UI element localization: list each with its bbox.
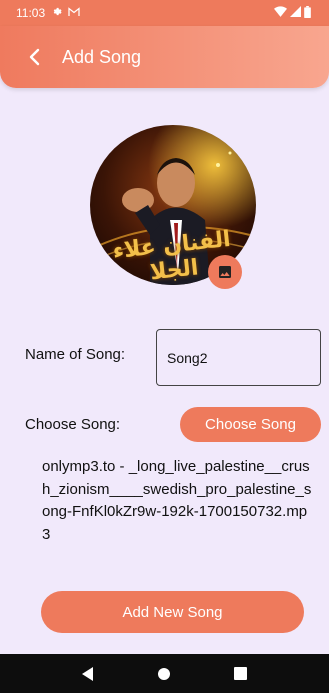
status-time: 11:03 [16, 6, 46, 20]
wifi-icon [274, 6, 287, 20]
nav-home-button[interactable] [152, 662, 176, 686]
chevron-left-icon [29, 48, 40, 66]
settings-icon [51, 6, 62, 20]
add-new-song-button[interactable]: Add New Song [41, 591, 304, 633]
recents-icon [234, 667, 248, 680]
song-name-input[interactable] [156, 329, 321, 386]
cover-container: الفنان علاء الجلا [90, 125, 256, 289]
back-icon [82, 666, 94, 681]
song-name-label: Name of Song: [25, 346, 126, 363]
status-right [274, 5, 311, 21]
home-icon [158, 667, 171, 680]
page-title: Add Song [62, 46, 142, 67]
status-bar: 11:03 [0, 0, 329, 26]
back-button[interactable] [28, 45, 48, 69]
nav-recents-button[interactable] [229, 662, 253, 686]
selected-file-name: onlymp3.to - _long_live_palestine__crush… [42, 458, 312, 543]
choose-song-button[interactable]: Choose Song [180, 407, 321, 442]
app-bar: Add Song [0, 26, 329, 88]
signal-icon [290, 6, 301, 20]
gmail-icon [68, 6, 80, 20]
battery-icon [304, 5, 311, 21]
nav-back-button[interactable] [76, 662, 100, 686]
image-icon [219, 266, 231, 278]
system-nav-bar [0, 654, 329, 693]
status-left: 11:03 [16, 6, 80, 20]
choose-song-label: Choose Song: [25, 416, 121, 433]
pick-image-button[interactable] [208, 255, 242, 289]
